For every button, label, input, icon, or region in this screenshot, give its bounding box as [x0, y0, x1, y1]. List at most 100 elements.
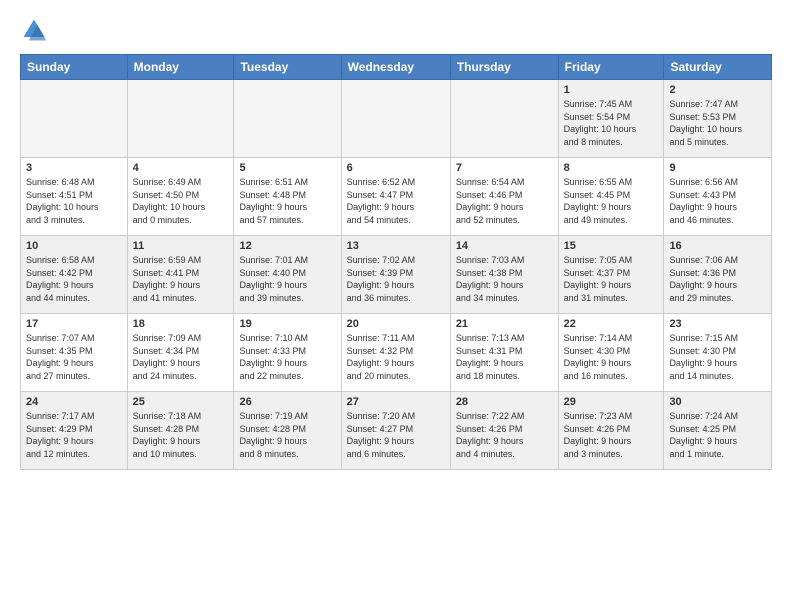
- day-number: 28: [456, 396, 553, 408]
- day-number: 5: [239, 162, 335, 174]
- calendar-body: 1Sunrise: 7:45 AM Sunset: 5:54 PM Daylig…: [21, 80, 772, 470]
- calendar-day: 22 Sunrise: 7:14 AM Sunset: 4:30 PM Dayli…: [558, 314, 664, 392]
- day-number: 19: [239, 318, 335, 330]
- day-info: Sunrise: 7:05 AM Sunset: 4:37 PM Dayligh…: [564, 254, 659, 304]
- calendar-day: [341, 80, 450, 158]
- day-number: 25: [133, 396, 229, 408]
- day-info: Sunrise: 7:18 AM Sunset: 4:28 PM Dayligh…: [133, 410, 229, 460]
- calendar-day: 26 Sunrise: 7:19 AM Sunset: 4:28 PM Dayli…: [234, 392, 341, 470]
- calendar-table: SundayMondayTuesdayWednesdayThursdayFrid…: [20, 54, 772, 470]
- header-day: Saturday: [664, 55, 772, 80]
- calendar-day: 3 Sunrise: 6:48 AM Sunset: 4:51 PM Daylig…: [21, 158, 128, 236]
- header: [20, 16, 772, 44]
- day-number: 9: [669, 162, 766, 174]
- day-info: Sunrise: 7:02 AM Sunset: 4:39 PM Dayligh…: [347, 254, 445, 304]
- calendar-day: 5 Sunrise: 6:51 AM Sunset: 4:48 PM Daylig…: [234, 158, 341, 236]
- day-number: 10: [26, 240, 122, 252]
- day-number: 17: [26, 318, 122, 330]
- day-info: Sunrise: 6:56 AM Sunset: 4:43 PM Dayligh…: [669, 176, 766, 226]
- calendar-day: 19 Sunrise: 7:10 AM Sunset: 4:33 PM Dayli…: [234, 314, 341, 392]
- calendar-day: 21 Sunrise: 7:13 AM Sunset: 4:31 PM Dayli…: [450, 314, 558, 392]
- day-info: Sunrise: 6:51 AM Sunset: 4:48 PM Dayligh…: [239, 176, 335, 226]
- day-number: 8: [564, 162, 659, 174]
- day-number: 1: [564, 84, 659, 96]
- day-info: Sunrise: 7:20 AM Sunset: 4:27 PM Dayligh…: [347, 410, 445, 460]
- calendar-day: 15 Sunrise: 7:05 AM Sunset: 4:37 PM Dayli…: [558, 236, 664, 314]
- day-info: Sunrise: 6:59 AM Sunset: 4:41 PM Dayligh…: [133, 254, 229, 304]
- header-day: Sunday: [21, 55, 128, 80]
- calendar-day: 12Sunrise: 7:01 AM Sunset: 4:40 PM Dayli…: [234, 236, 341, 314]
- day-info: Sunrise: 7:47 AM Sunset: 5:53 PM Dayligh…: [669, 98, 766, 148]
- day-number: 14: [456, 240, 553, 252]
- day-info: Sunrise: 6:52 AM Sunset: 4:47 PM Dayligh…: [347, 176, 445, 226]
- calendar-week: 1Sunrise: 7:45 AM Sunset: 5:54 PM Daylig…: [21, 80, 772, 158]
- header-day: Tuesday: [234, 55, 341, 80]
- day-number: 20: [347, 318, 445, 330]
- day-info: Sunrise: 7:10 AM Sunset: 4:33 PM Dayligh…: [239, 332, 335, 382]
- day-info: Sunrise: 7:13 AM Sunset: 4:31 PM Dayligh…: [456, 332, 553, 382]
- calendar-day: [21, 80, 128, 158]
- calendar-day: 2 Sunrise: 7:47 AM Sunset: 5:53 PM Daylig…: [664, 80, 772, 158]
- calendar-day: 23Sunrise: 7:15 AM Sunset: 4:30 PM Dayli…: [664, 314, 772, 392]
- calendar-day: 4Sunrise: 6:49 AM Sunset: 4:50 PM Daylig…: [127, 158, 234, 236]
- day-info: Sunrise: 7:23 AM Sunset: 4:26 PM Dayligh…: [564, 410, 659, 460]
- day-info: Sunrise: 6:49 AM Sunset: 4:50 PM Dayligh…: [133, 176, 229, 226]
- day-number: 18: [133, 318, 229, 330]
- day-info: Sunrise: 7:14 AM Sunset: 4:30 PM Dayligh…: [564, 332, 659, 382]
- calendar-week: 17 Sunrise: 7:07 AM Sunset: 4:35 PM Dayli…: [21, 314, 772, 392]
- day-info: Sunrise: 7:19 AM Sunset: 4:28 PM Dayligh…: [239, 410, 335, 460]
- day-number: 2: [669, 84, 766, 96]
- calendar-day: 10Sunrise: 6:58 AM Sunset: 4:42 PM Dayli…: [21, 236, 128, 314]
- day-info: Sunrise: 7:17 AM Sunset: 4:29 PM Dayligh…: [26, 410, 122, 460]
- calendar-day: 24 Sunrise: 7:17 AM Sunset: 4:29 PM Dayli…: [21, 392, 128, 470]
- calendar-day: [450, 80, 558, 158]
- day-info: Sunrise: 7:07 AM Sunset: 4:35 PM Dayligh…: [26, 332, 122, 382]
- calendar-day: 16Sunrise: 7:06 AM Sunset: 4:36 PM Dayli…: [664, 236, 772, 314]
- calendar-day: 29 Sunrise: 7:23 AM Sunset: 4:26 PM Dayli…: [558, 392, 664, 470]
- calendar-week: 3 Sunrise: 6:48 AM Sunset: 4:51 PM Daylig…: [21, 158, 772, 236]
- logo: [20, 16, 52, 44]
- header-day: Friday: [558, 55, 664, 80]
- calendar-day: 20Sunrise: 7:11 AM Sunset: 4:32 PM Dayli…: [341, 314, 450, 392]
- header-day: Thursday: [450, 55, 558, 80]
- calendar-week: 24 Sunrise: 7:17 AM Sunset: 4:29 PM Dayli…: [21, 392, 772, 470]
- day-info: Sunrise: 7:24 AM Sunset: 4:25 PM Dayligh…: [669, 410, 766, 460]
- day-number: 7: [456, 162, 553, 174]
- calendar-day: 25 Sunrise: 7:18 AM Sunset: 4:28 PM Dayli…: [127, 392, 234, 470]
- day-info: Sunrise: 7:09 AM Sunset: 4:34 PM Dayligh…: [133, 332, 229, 382]
- header-day: Wednesday: [341, 55, 450, 80]
- day-number: 13: [347, 240, 445, 252]
- calendar-header: SundayMondayTuesdayWednesdayThursdayFrid…: [21, 55, 772, 80]
- day-number: 27: [347, 396, 445, 408]
- calendar-day: 14 Sunrise: 7:03 AM Sunset: 4:38 PM Dayli…: [450, 236, 558, 314]
- calendar-day: [234, 80, 341, 158]
- day-info: Sunrise: 7:03 AM Sunset: 4:38 PM Dayligh…: [456, 254, 553, 304]
- calendar-day: 8Sunrise: 6:55 AM Sunset: 4:45 PM Daylig…: [558, 158, 664, 236]
- calendar-day: 1Sunrise: 7:45 AM Sunset: 5:54 PM Daylig…: [558, 80, 664, 158]
- day-info: Sunrise: 7:01 AM Sunset: 4:40 PM Dayligh…: [239, 254, 335, 304]
- day-number: 29: [564, 396, 659, 408]
- calendar-day: 17 Sunrise: 7:07 AM Sunset: 4:35 PM Dayli…: [21, 314, 128, 392]
- day-number: 22: [564, 318, 659, 330]
- logo-icon: [20, 16, 48, 44]
- day-number: 30: [669, 396, 766, 408]
- day-info: Sunrise: 6:48 AM Sunset: 4:51 PM Dayligh…: [26, 176, 122, 226]
- day-info: Sunrise: 6:54 AM Sunset: 4:46 PM Dayligh…: [456, 176, 553, 226]
- header-day: Monday: [127, 55, 234, 80]
- calendar-day: 28 Sunrise: 7:22 AM Sunset: 4:26 PM Dayli…: [450, 392, 558, 470]
- day-info: Sunrise: 7:22 AM Sunset: 4:26 PM Dayligh…: [456, 410, 553, 460]
- calendar-day: 7 Sunrise: 6:54 AM Sunset: 4:46 PM Daylig…: [450, 158, 558, 236]
- calendar-day: 30 Sunrise: 7:24 AM Sunset: 4:25 PM Dayli…: [664, 392, 772, 470]
- calendar-day: 27 Sunrise: 7:20 AM Sunset: 4:27 PM Dayli…: [341, 392, 450, 470]
- day-number: 15: [564, 240, 659, 252]
- calendar-day: [127, 80, 234, 158]
- day-number: 3: [26, 162, 122, 174]
- day-number: 6: [347, 162, 445, 174]
- day-number: 26: [239, 396, 335, 408]
- calendar-day: 13 Sunrise: 7:02 AM Sunset: 4:39 PM Dayli…: [341, 236, 450, 314]
- day-number: 24: [26, 396, 122, 408]
- calendar-day: 6 Sunrise: 6:52 AM Sunset: 4:47 PM Daylig…: [341, 158, 450, 236]
- header-row: SundayMondayTuesdayWednesdayThursdayFrid…: [21, 55, 772, 80]
- day-number: 21: [456, 318, 553, 330]
- page: SundayMondayTuesdayWednesdayThursdayFrid…: [0, 0, 792, 480]
